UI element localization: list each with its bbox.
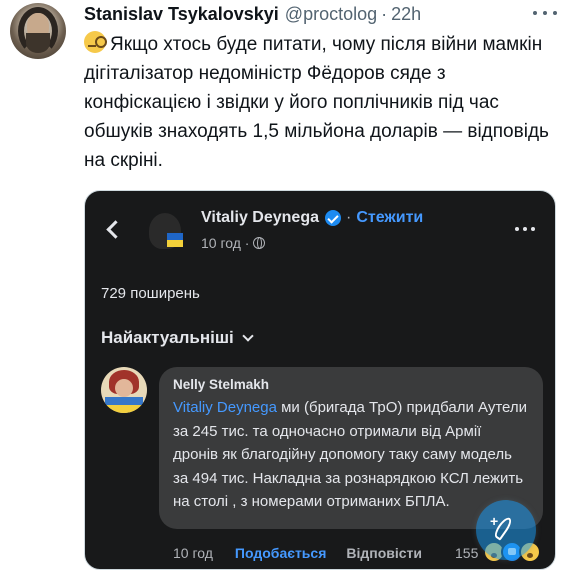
post-time: 10 год · xyxy=(201,235,250,251)
post-meta: 10 год · xyxy=(201,235,266,251)
commenter-name: Nelly Stelmakh xyxy=(173,377,270,392)
commenter-avatar xyxy=(101,367,147,413)
back-arrow-icon xyxy=(103,217,127,241)
comment-text: Vitaliy Deynega ми (бригада ТрО) придбал… xyxy=(173,396,529,514)
comment-reply-label: Відповісти xyxy=(346,545,423,561)
tweet-text: Якщо хтось буде питати, чому після війни… xyxy=(84,30,554,175)
avatar-beard xyxy=(26,33,50,53)
monocle-face-icon xyxy=(84,31,107,53)
more-options-icon[interactable] xyxy=(533,6,557,20)
comment-time: 10 год xyxy=(173,545,213,561)
tweet-time[interactable]: 22h xyxy=(391,4,421,25)
chevron-down-icon xyxy=(242,330,254,342)
verified-badge-icon xyxy=(324,210,341,226)
name-separator: · xyxy=(345,209,352,226)
comment-mention: Vitaliy Deynega xyxy=(173,399,277,416)
compose-tweet-button[interactable]: + xyxy=(476,500,536,560)
globe-icon xyxy=(253,237,266,249)
comment-sort: Найактуальніші xyxy=(101,328,254,348)
page-name: Vitaliy Deynega xyxy=(201,209,319,226)
comment-actions: 10 год Подобається Відповісти xyxy=(173,545,422,561)
author-name[interactable]: Stanislav Tsykalovskyi xyxy=(84,4,279,25)
post-header: Vitaliy Deynega · Стежити xyxy=(201,209,423,227)
header-separator: · xyxy=(381,3,388,24)
comment-like-label: Подобається xyxy=(234,545,327,561)
tweet-header: Stanislav Tsykalovskyi @proctolog · 22h xyxy=(84,2,421,26)
follow-label: Стежити xyxy=(356,209,424,226)
tweet-body: Якщо хтось буде питати, чому після війни… xyxy=(84,34,549,171)
shares-count: 729 поширень xyxy=(101,285,200,302)
author-handle[interactable]: @proctolog xyxy=(285,4,377,25)
author-avatar[interactable] xyxy=(10,3,66,59)
page-avatar xyxy=(149,205,185,251)
post-more-icon xyxy=(515,227,535,231)
comment-bubble: Nelly Stelmakh Vitaliy Deynega ми (брига… xyxy=(159,367,543,529)
reaction-count: 155 xyxy=(455,545,479,561)
tweet: Stanislav Tsykalovskyi @proctolog · 22h … xyxy=(0,0,563,576)
sort-label: Найактуальніші xyxy=(101,328,234,347)
